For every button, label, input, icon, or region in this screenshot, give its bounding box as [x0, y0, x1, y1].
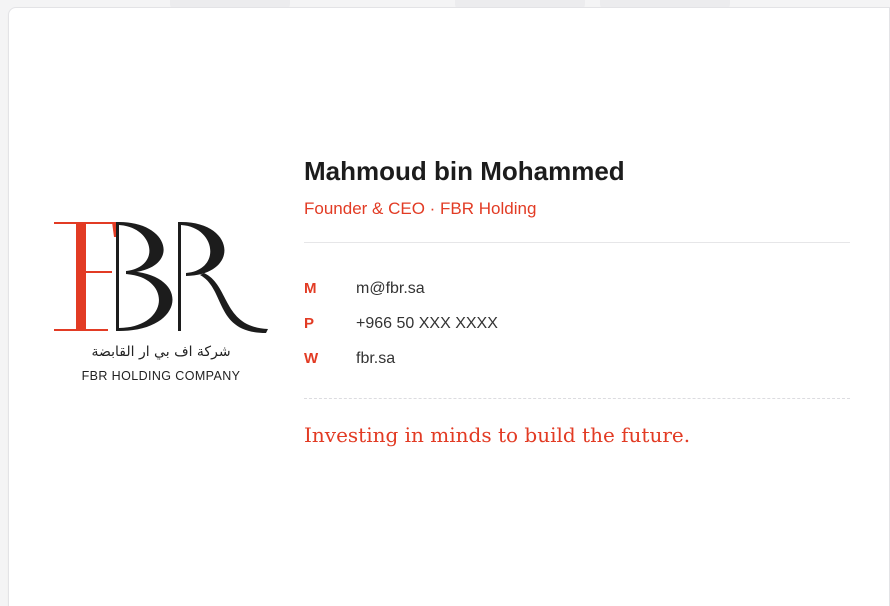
page-background: شركة اف بي ار القابضة FBR HOLDING COMPAN…	[0, 0, 890, 606]
company-logo: شركة اف بي ار القابضة FBR HOLDING COMPAN…	[54, 215, 268, 390]
contact-row-mobile: M m@fbr.sa	[304, 271, 850, 306]
logo-arabic-name: شركة اف بي ار القابضة	[91, 344, 231, 360]
divider	[304, 242, 850, 243]
contact-key: W	[304, 350, 319, 367]
dashed-divider	[304, 398, 850, 399]
website-link[interactable]: fbr.sa	[356, 350, 395, 368]
phone-link[interactable]: +966 50 XXX XXXX	[356, 315, 498, 333]
person-role: Founder & CEO · FBR Holding	[304, 199, 537, 218]
contact-info: Mahmoud bin Mohammed Founder & CEO · FBR…	[304, 152, 850, 449]
fbr-monogram-icon	[54, 222, 268, 333]
contact-list: M m@fbr.sa P +966 50 XXX XXXX W fbr.sa	[304, 271, 850, 376]
contact-row-phone: P +966 50 XXX XXXX	[304, 306, 850, 341]
email-link[interactable]: m@fbr.sa	[356, 280, 425, 298]
contact-key: M	[304, 280, 317, 297]
contact-key: P	[304, 315, 315, 332]
person-name: Mahmoud bin Mohammed	[304, 156, 625, 186]
logo-english-name: FBR HOLDING COMPANY	[81, 369, 241, 383]
contact-row-web: W fbr.sa	[304, 341, 850, 376]
company-tagline: Investing in minds to build the future.	[304, 423, 691, 447]
